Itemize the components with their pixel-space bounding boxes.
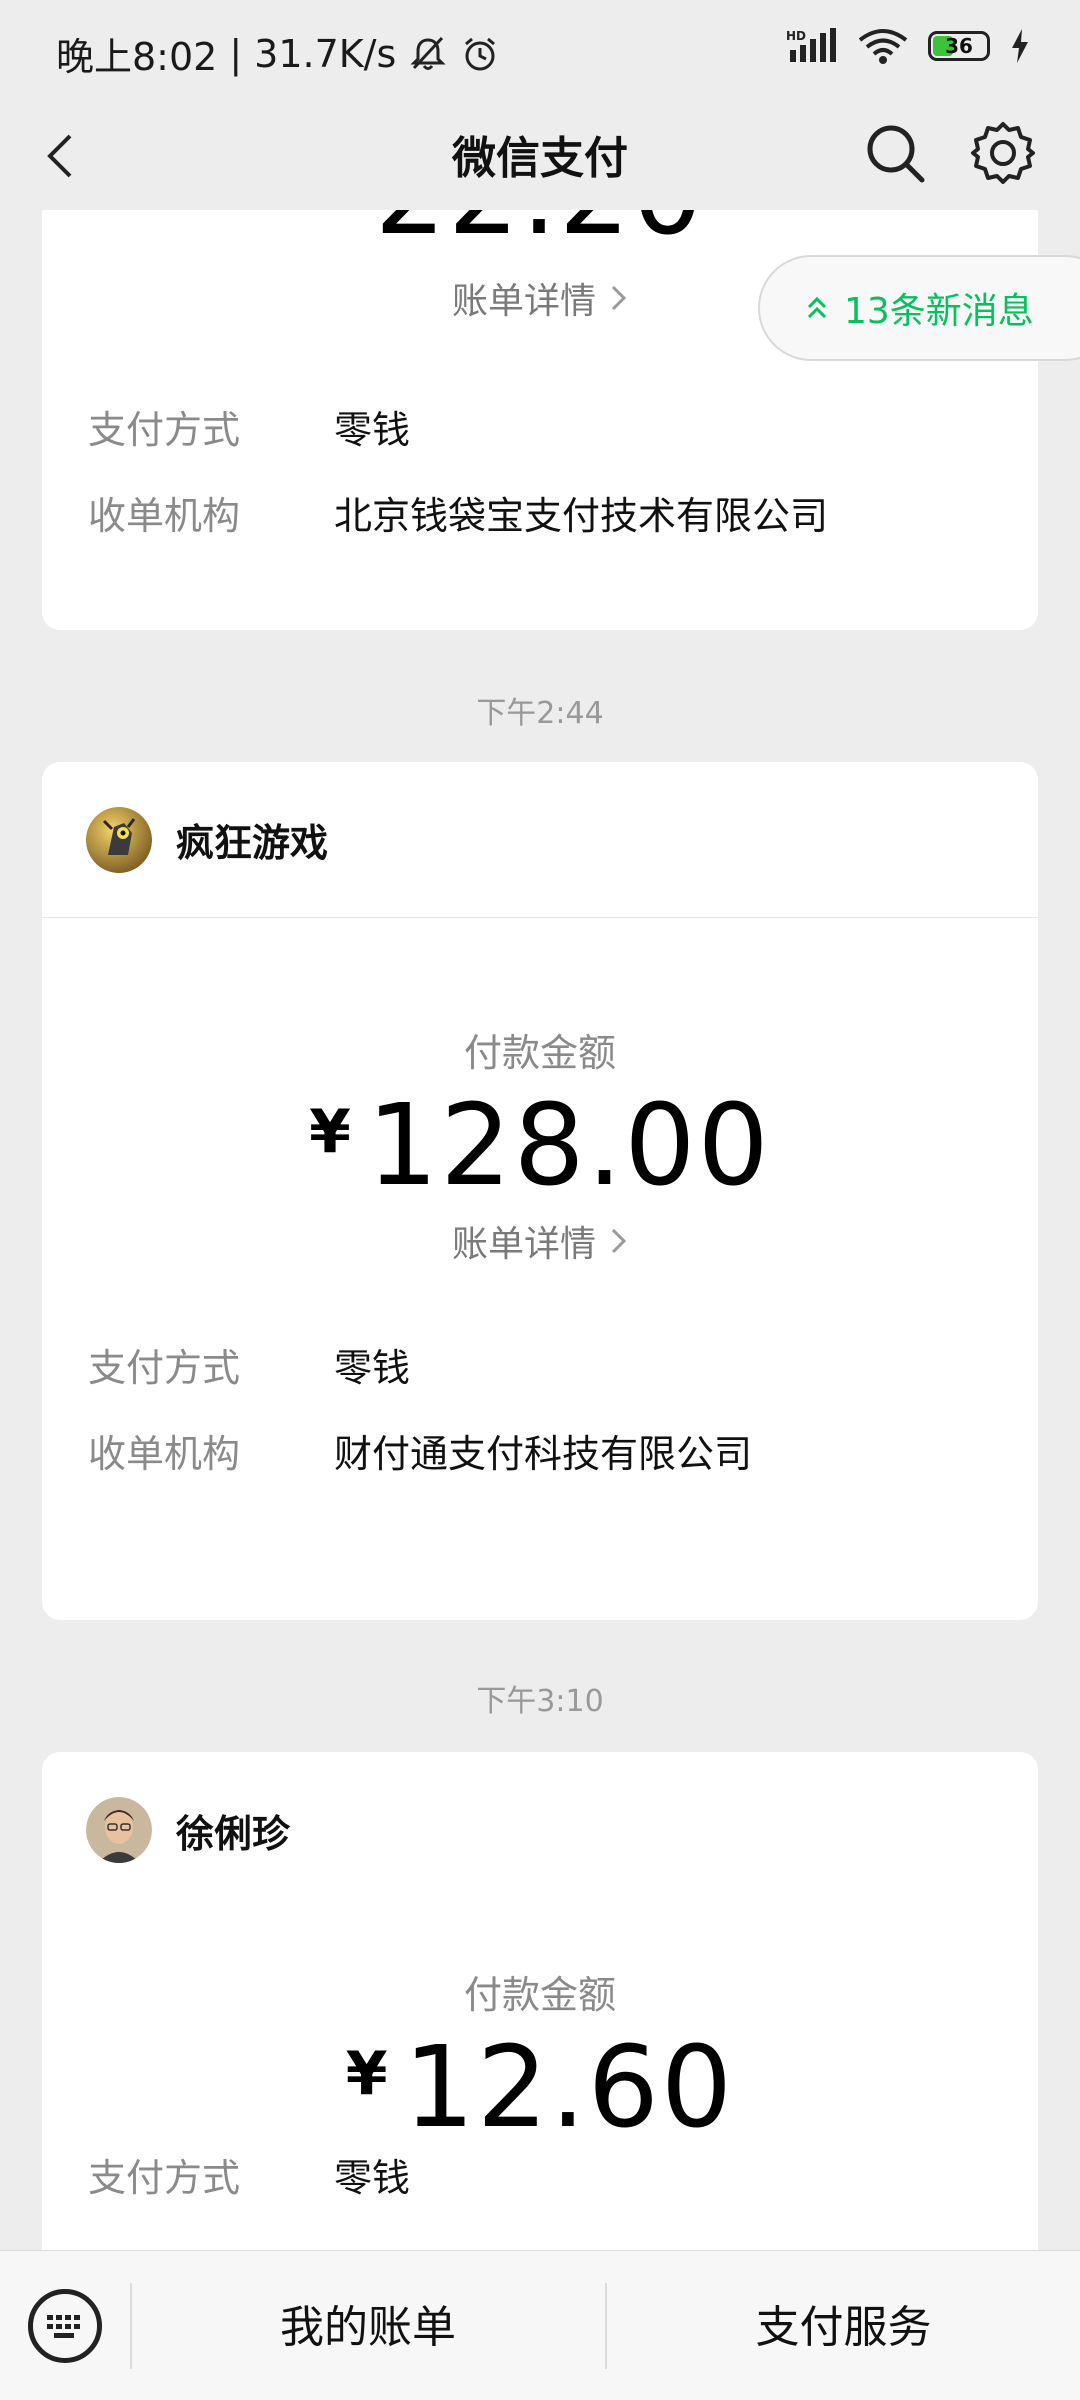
keyboard-icon [47, 2315, 80, 2338]
info-key: 收单机构 [88, 1431, 241, 1476]
merchant-header[interactable]: 徐俐珍 [42, 1752, 1038, 1908]
amount-label: 付款金额 [463, 1031, 616, 1075]
wifi-icon [858, 29, 908, 64]
payment-amount: 22.20 [42, 210, 1038, 260]
status-right: HD 36 [786, 28, 1030, 64]
bill-detail-label: 账单详情 [451, 1224, 596, 1265]
currency-symbol: ¥ [345, 2039, 388, 2109]
message-time: 下午3:10 [476, 1684, 604, 1719]
payment-card[interactable]: 徐俐珍 付款金额 ¥ 12.60 支付方式 零钱 [42, 1752, 1038, 2250]
new-messages-label: 13条新消息 [844, 291, 1034, 332]
nav-bar: 微信支付 [0, 100, 1080, 210]
info-row-payment-method: 支付方式 零钱 [42, 1321, 1038, 1407]
bell-muted-icon [410, 36, 446, 70]
info-value: 零钱 [334, 407, 411, 452]
amount-label: 付款金额 [463, 1973, 616, 2017]
info-key: 支付方式 [88, 1345, 241, 1390]
gear-icon[interactable] [970, 120, 1036, 186]
info-value: 零钱 [334, 2155, 411, 2200]
info-key: 支付方式 [88, 407, 241, 452]
chevron-right-icon [610, 1224, 628, 1265]
status-separator: | [229, 31, 243, 76]
status-bar: 晚上8:02 | 31.7K/s HD 36 [0, 0, 1080, 100]
signal-icon: HD [786, 28, 836, 62]
alarm-icon [465, 37, 496, 70]
info-row-acquirer: 收单机构 财付通支付科技有限公司 [42, 1407, 1038, 1493]
amount-value: 22.20 [375, 210, 706, 260]
merchant-header[interactable]: 疯狂游戏 [42, 762, 1038, 918]
battery-indicator: 36 [928, 31, 990, 61]
keyboard-toggle-button[interactable] [28, 2289, 102, 2363]
status-left: 晚上8:02 | 31.7K/s [56, 26, 500, 81]
payment-card[interactable]: 疯狂游戏 付款金额 ¥ 128.00 账单详情 支付方式 零钱 收单机构 财付通… [42, 762, 1038, 1620]
charging-icon [1012, 29, 1028, 63]
avatar [86, 806, 152, 873]
bottom-bar: 我的账单 支付服务 [0, 2250, 1080, 2400]
info-row-acquirer: 收单机构 北京钱袋宝支付技术有限公司 [42, 469, 1038, 555]
avatar [86, 1797, 152, 1863]
double-chevron-up-icon [807, 296, 827, 319]
search-icon[interactable] [862, 120, 928, 186]
bill-detail-link[interactable]: 账单详情 [42, 1215, 1038, 1267]
info-row-payment-method: 支付方式 零钱 [42, 383, 1038, 469]
info-value: 财付通支付科技有限公司 [334, 1431, 753, 1476]
payment-amount: ¥ 128.00 [42, 1081, 1038, 1211]
message-list[interactable]: 22.20 账单详情 支付方式 零钱 收单机构 北京钱袋宝支付技术有限公司 下午… [0, 210, 1080, 2250]
message-time: 下午2:44 [476, 696, 604, 731]
amount-value: 128.00 [366, 1081, 771, 1211]
info-value: 零钱 [334, 1345, 411, 1390]
bill-detail-label: 账单详情 [451, 281, 596, 322]
amount-value: 12.60 [403, 2023, 735, 2153]
tab-my-bills[interactable]: 我的账单 [131, 2291, 605, 2355]
tab-payment-services[interactable]: 支付服务 [607, 2291, 1080, 2355]
info-key: 收单机构 [88, 493, 241, 538]
new-messages-button[interactable]: 13条新消息 [758, 255, 1080, 361]
status-speed: 31.7K/s [254, 31, 397, 76]
merchant-name: 徐俐珍 [176, 1811, 291, 1856]
merchant-name: 疯狂游戏 [176, 821, 329, 865]
status-time: 晚上8:02 [56, 35, 218, 79]
battery-level: 36 [945, 34, 973, 58]
info-value: 北京钱袋宝支付技术有限公司 [334, 493, 829, 538]
svg-text:HD: HD [786, 29, 806, 43]
info-key: 支付方式 [88, 2155, 241, 2200]
currency-symbol: ¥ [309, 1097, 351, 1167]
chevron-right-icon [610, 281, 628, 322]
